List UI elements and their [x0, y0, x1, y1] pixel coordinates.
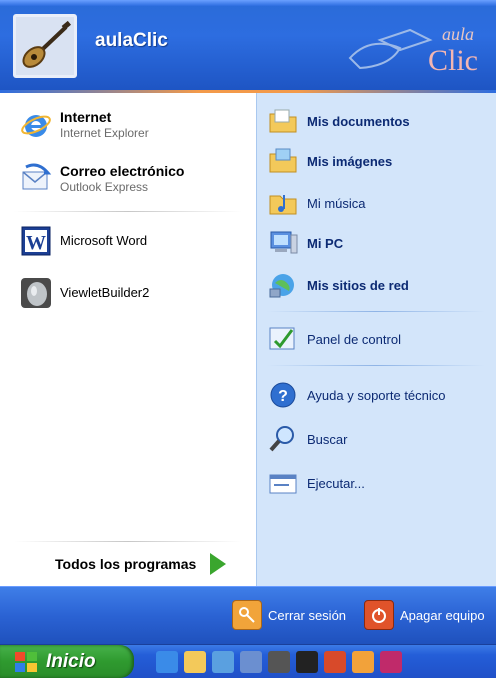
shutdown-label: Apagar equipo: [400, 607, 485, 623]
word-icon: W: [20, 225, 52, 257]
magnifier-icon: [267, 423, 299, 455]
internet-explorer-icon: [20, 109, 52, 141]
pinned-email-subtitle: Outlook Express: [60, 180, 149, 194]
quick-app-icon[interactable]: [240, 651, 262, 673]
pinned-email-title: Correo electrónico: [60, 163, 185, 179]
images-folder-icon: [267, 145, 299, 177]
pinned-internet-title: Internet: [60, 109, 112, 125]
username: aulaClic: [95, 30, 168, 51]
control-panel-label: Panel de control: [307, 331, 401, 347]
my-network-label: Mis sitios de red: [307, 277, 409, 293]
logoff-button[interactable]: Cerrar sesión: [232, 600, 346, 630]
right-separator-1: [267, 311, 485, 312]
quick-media-icon[interactable]: [268, 651, 290, 673]
my-images-label: Mis imágenes: [307, 153, 393, 169]
help-support[interactable]: ? Ayuda y soporte técnico: [267, 379, 446, 411]
network-icon: [267, 269, 299, 301]
logoff-label: Cerrar sesión: [268, 607, 347, 623]
key-icon: [232, 600, 262, 630]
shutdown-button[interactable]: Apagar equipo: [364, 600, 485, 630]
svg-text:?: ?: [278, 388, 288, 405]
all-programs-label: Todos los programas: [55, 556, 197, 572]
power-icon: [364, 600, 394, 630]
documents-folder-icon: [267, 105, 299, 137]
start-label: Inicio: [46, 650, 96, 672]
quick-outlook-icon[interactable]: [212, 651, 234, 673]
left-column: Internet Internet Explorer Correo electr…: [0, 93, 256, 586]
pinned-email[interactable]: Correo electrónico Outlook Express: [20, 163, 184, 195]
quick-butterfly-icon[interactable]: [324, 651, 346, 673]
my-images[interactable]: Mis imágenes: [267, 145, 392, 177]
guitar-icon: [16, 17, 74, 75]
start-menu-header: aulaClic aula Clic: [0, 0, 496, 90]
all-programs-separator: [14, 541, 242, 542]
help-icon: ?: [267, 379, 299, 411]
control-panel[interactable]: Panel de control: [267, 323, 401, 355]
my-music-label: Mi música: [307, 195, 366, 211]
recent-word[interactable]: W Microsoft Word: [20, 225, 147, 257]
search-label: Buscar: [307, 431, 348, 447]
my-documents[interactable]: Mis documentos: [267, 105, 410, 137]
start-menu: aulaClic aula Clic Internet Internet Exp…: [0, 0, 496, 678]
taskbar: Inicio: [0, 644, 496, 678]
pinned-internet-subtitle: Internet Explorer: [60, 126, 149, 140]
left-separator: [14, 211, 242, 212]
recent-word-label: Microsoft Word: [60, 233, 148, 248]
help-support-label: Ayuda y soporte técnico: [307, 387, 446, 403]
right-column: Mis documentos Mis imágenes Mi música Mi…: [256, 93, 496, 586]
my-network[interactable]: Mis sitios de red: [267, 269, 409, 301]
svg-text:W: W: [26, 232, 46, 254]
computer-icon: [267, 227, 299, 259]
green-arrow-icon: [210, 553, 227, 575]
control-panel-icon: [267, 323, 299, 355]
start-menu-bottom-bar: Cerrar sesión Apagar equipo: [0, 586, 496, 644]
music-folder-icon: [267, 187, 299, 219]
start-button[interactable]: Inicio: [0, 645, 134, 678]
run-label: Ejecutar...: [307, 475, 365, 491]
logo-big-text: Clic: [428, 44, 478, 77]
quick-ie-icon[interactable]: [156, 651, 178, 673]
windows-flag-icon: [15, 651, 37, 672]
my-music[interactable]: Mi música: [267, 187, 366, 219]
quick-paint-icon[interactable]: [380, 651, 402, 673]
quick-folder-icon[interactable]: [184, 651, 206, 673]
header-highlight: [0, 0, 496, 6]
quick-disc-icon[interactable]: [352, 651, 374, 673]
all-programs-button[interactable]: Todos los programas: [55, 553, 227, 575]
user-avatar[interactable]: [13, 14, 77, 78]
run[interactable]: Ejecutar...: [267, 467, 365, 499]
outlook-express-icon: [20, 163, 52, 195]
aulaclic-logo: aula Clic: [330, 10, 490, 82]
viewletbuilder-icon: [20, 277, 52, 309]
quick-tool-icon[interactable]: [296, 651, 318, 673]
right-separator-2: [267, 365, 485, 366]
quick-launch: [156, 651, 408, 673]
logo-small-text: aula: [441, 24, 474, 44]
recent-viewletbuilder[interactable]: ViewletBuilder2: [20, 277, 149, 309]
run-icon: [267, 467, 299, 499]
my-pc[interactable]: Mi PC: [267, 227, 343, 259]
search[interactable]: Buscar: [267, 423, 347, 455]
recent-viewletbuilder-label: ViewletBuilder2: [60, 285, 150, 300]
my-documents-label: Mis documentos: [307, 113, 410, 129]
my-pc-label: Mi PC: [307, 235, 344, 251]
pinned-internet[interactable]: Internet Internet Explorer: [20, 109, 149, 141]
